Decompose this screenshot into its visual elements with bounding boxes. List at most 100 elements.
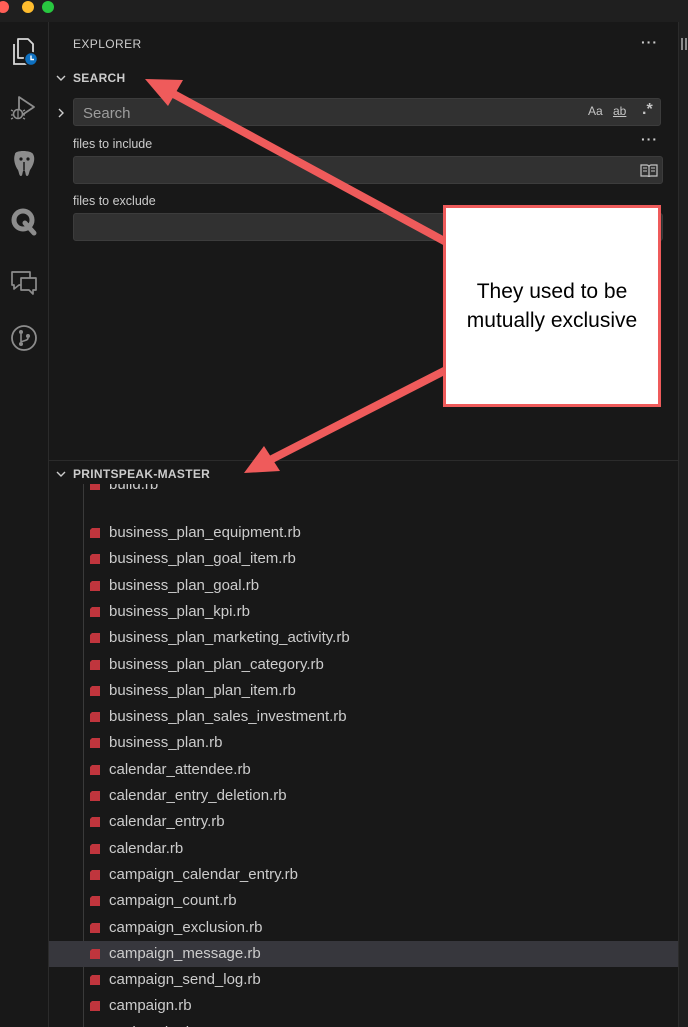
file-label: business_plan_plan_item.rb xyxy=(109,681,296,699)
file-item[interactable]: business_plan_goal.rb xyxy=(49,573,678,599)
chevron-down-icon xyxy=(49,468,73,480)
run-debug-icon xyxy=(10,96,35,120)
file-label: business_plan_marketing_activity.rb xyxy=(109,629,350,647)
activity-bar xyxy=(0,22,49,1027)
file-label: business_plan_plan_category.rb xyxy=(109,655,324,673)
file-label: business_plan.rb xyxy=(109,734,223,752)
ruby-file-icon xyxy=(90,712,100,723)
file-label: calendar_entry_deletion.rb xyxy=(109,787,287,804)
file-item[interactable]: calendar_attendee.rb xyxy=(49,757,678,783)
search-input[interactable] xyxy=(81,102,565,124)
ruby-file-icon xyxy=(90,791,100,801)
q-icon xyxy=(11,208,37,236)
file-label: campaign_calendar_entry.rb xyxy=(109,865,299,883)
ruby-file-icon xyxy=(90,922,100,933)
file-item[interactable]: campaign.rb xyxy=(49,993,678,1019)
file-label: calendar_entry.rb xyxy=(109,813,225,831)
editor-edge xyxy=(678,22,688,1027)
ruby-file-icon xyxy=(90,685,100,696)
annotation-callout: They used to be mutually exclusive xyxy=(443,205,661,407)
file-label: build.rb xyxy=(109,484,159,493)
file-item[interactable]: cash_sale.rb xyxy=(49,1020,678,1027)
ruby-file-icon xyxy=(90,1001,100,1012)
file-item[interactable]: calendar.rb xyxy=(49,836,678,862)
explorer-activity-button[interactable] xyxy=(0,28,48,76)
ruby-file-icon xyxy=(90,817,100,828)
file-item[interactable]: business_plan_equipment.rb xyxy=(49,520,678,546)
files-to-include-input[interactable] xyxy=(81,160,625,182)
run-debug-activity-button[interactable] xyxy=(0,84,48,132)
ruby-file-icon xyxy=(90,869,100,880)
ruby-file-icon xyxy=(90,975,100,986)
minimize-window-button[interactable] xyxy=(22,1,34,13)
file-item[interactable]: campaign_send_log.rb xyxy=(49,967,678,993)
explorer-more-actions-button[interactable]: ··· xyxy=(641,34,658,50)
chevron-right-icon xyxy=(58,108,64,118)
file-label: calendar.rb xyxy=(109,839,184,857)
file-item[interactable]: campaign_count.rb xyxy=(49,888,678,914)
toggle-search-details-button[interactable]: ··· xyxy=(641,131,658,147)
match-whole-word-button[interactable]: ab xyxy=(613,104,626,118)
file-item[interactable]: business_plan_plan_item.rb xyxy=(49,678,678,704)
file-item[interactable]: business_plan_plan_category.rb xyxy=(49,652,678,678)
source-control-activity-button[interactable] xyxy=(0,314,48,362)
explorer-sidebar: EXPLORER ··· SEARCH Aa ab .* ··· files t… xyxy=(49,22,678,1027)
file-label: business_plan_goal_item.rb xyxy=(109,550,296,568)
file-item[interactable]: business_plan_goal_item.rb xyxy=(49,546,678,572)
annotation-text: They used to be mutually exclusive xyxy=(466,280,638,332)
file-item[interactable]: business_plan_kpi.rb xyxy=(49,599,678,625)
files-to-include-label: files to include xyxy=(73,137,153,151)
file-label: campaign_message.rb xyxy=(109,944,261,962)
vscode-window: EXPLORER ··· SEARCH Aa ab .* ··· files t… xyxy=(0,0,688,1027)
file-label: business_plan_goal.rb xyxy=(109,576,260,594)
remote-explorer-activity-button[interactable] xyxy=(0,258,48,306)
ruby-file-icon xyxy=(90,738,100,749)
search-section-title: SEARCH xyxy=(73,71,126,85)
file-label: business_plan_kpi.rb xyxy=(109,602,250,620)
open-editors-only-icon[interactable] xyxy=(640,164,658,178)
postgres-activity-button[interactable] xyxy=(0,140,48,188)
files-icon xyxy=(13,38,39,67)
section-divider xyxy=(49,460,678,461)
file-label: business_plan_equipment.rb xyxy=(109,524,301,541)
file-label: campaign_count.rb xyxy=(109,892,237,910)
match-case-button[interactable]: Aa xyxy=(588,104,603,118)
search-section-header[interactable]: SEARCH xyxy=(49,67,678,89)
q-extension-activity-button[interactable] xyxy=(0,198,48,246)
folder-section-title: PRINTSPEAK-MASTER xyxy=(73,467,211,481)
ruby-file-icon xyxy=(90,843,100,854)
ruby-file-icon xyxy=(90,633,100,644)
file-item[interactable]: calendar_entry.rb xyxy=(49,809,678,835)
file-item[interactable]: business_plan_sales_investment.rb xyxy=(49,704,678,730)
file-item[interactable]: business_plan.rb xyxy=(49,730,678,756)
file-tree: build.rb business_plan_equipment.rbbusin… xyxy=(49,484,678,1027)
title-bar xyxy=(0,0,688,22)
file-label: campaign.rb xyxy=(109,997,192,1015)
ruby-file-icon xyxy=(90,764,100,775)
ruby-file-icon xyxy=(90,580,100,591)
search-box: Aa ab .* xyxy=(73,98,661,126)
file-label: business_plan_sales_investment.rb xyxy=(109,708,347,726)
toggle-replace-button[interactable] xyxy=(55,104,67,122)
file-label: campaign_exclusion.rb xyxy=(109,918,263,936)
file-item[interactable]: business_plan_marketing_activity.rb xyxy=(49,625,678,651)
folder-section-header[interactable]: PRINTSPEAK-MASTER xyxy=(49,463,678,485)
zoom-window-button[interactable] xyxy=(42,1,54,13)
file-item[interactable]: campaign_exclusion.rb xyxy=(49,915,678,941)
ruby-file-icon xyxy=(90,896,100,907)
file-item[interactable]: build.rb xyxy=(49,484,678,498)
elephant-icon xyxy=(14,151,35,176)
ruby-file-icon xyxy=(90,948,100,959)
git-icon xyxy=(11,325,37,351)
files-to-exclude-label: files to exclude xyxy=(73,194,156,208)
ruby-file-icon xyxy=(90,484,100,490)
file-item[interactable]: calendar_entry_deletion.rb xyxy=(49,783,678,809)
sidebar-title: EXPLORER xyxy=(73,37,142,51)
file-item[interactable]: campaign_calendar_entry.rb xyxy=(49,862,678,888)
close-window-button[interactable] xyxy=(0,1,9,13)
use-regex-button[interactable]: .* xyxy=(642,101,653,119)
remote-icon xyxy=(11,271,37,295)
ruby-file-icon xyxy=(90,659,100,670)
files-to-include-box xyxy=(73,156,663,184)
file-item[interactable]: campaign_message.rb xyxy=(49,940,678,967)
